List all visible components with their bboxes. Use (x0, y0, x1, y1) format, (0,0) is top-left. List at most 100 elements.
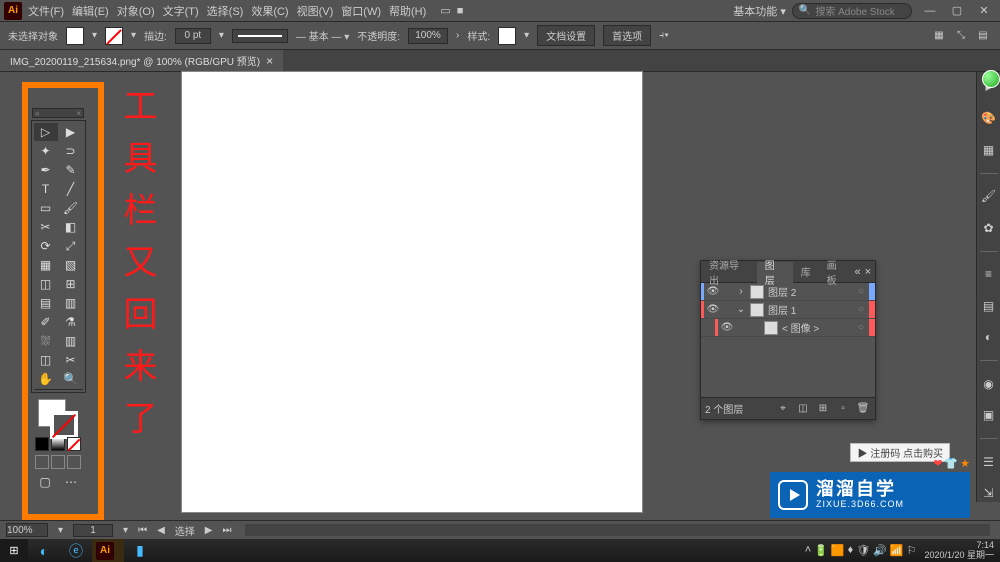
edit-toolbar[interactable]: ⋯ (59, 473, 83, 491)
menu-icon-2[interactable]: ■ (457, 5, 464, 17)
color-mode-solid[interactable] (35, 437, 49, 451)
type-tool[interactable]: T (34, 180, 58, 198)
zoom-input[interactable] (6, 523, 48, 537)
menu-type[interactable]: 文字(T) (163, 3, 199, 19)
brush-style[interactable]: — 基本 — ▾ (296, 28, 349, 43)
stroke-profile[interactable] (232, 29, 288, 43)
slice-tool[interactable]: ✂ (59, 351, 83, 369)
new-sublayer-icon[interactable]: ⊞ (815, 403, 831, 414)
workspace-switcher[interactable]: 基本功能 ▾ (733, 3, 786, 19)
rectangle-tool[interactable]: ▭ (34, 199, 58, 217)
graphic-style-swatch[interactable] (498, 27, 516, 45)
tab-asset-export[interactable]: 资源导出 (701, 261, 757, 282)
start-button[interactable]: ⊞ (0, 539, 28, 562)
artboard[interactable] (182, 72, 642, 512)
zoom-tool[interactable]: 🔍 (59, 370, 83, 388)
panel-menu-icon[interactable]: ▤ (974, 27, 992, 45)
tab-libraries[interactable]: 库 (793, 261, 819, 282)
nav-prev-icon[interactable]: ◀ (157, 525, 165, 536)
symbols-panel-icon[interactable]: ✿ (980, 219, 998, 237)
shaper-tool[interactable]: ✂ (34, 218, 58, 236)
task-ie[interactable]: ⓔ (60, 539, 92, 562)
free-transform-tool[interactable]: ▧ (59, 256, 83, 274)
direct-selection-tool[interactable]: ▶ (59, 123, 83, 141)
window-minimize-icon[interactable]: — (918, 5, 942, 17)
menu-select[interactable]: 选择(S) (207, 3, 244, 19)
horizontal-scrollbar[interactable] (245, 524, 990, 536)
task-illustrator[interactable]: Ai (92, 539, 124, 562)
layer-name[interactable]: 图层 1 (768, 302, 796, 317)
menu-view[interactable]: 视图(V) (297, 3, 334, 19)
nav-next-icon[interactable]: ▶ (205, 525, 213, 536)
system-tray[interactable]: ˄ 🔋🟧♦🛡🔊📶⚐ (801, 544, 921, 557)
rotate-tool[interactable]: ⟳ (34, 237, 58, 255)
clipping-mask-icon[interactable]: ◫ (795, 403, 811, 414)
transparency-panel-icon[interactable]: ◐ (980, 329, 998, 347)
draw-normal[interactable] (35, 455, 49, 469)
asset-export-panel-icon[interactable]: ⇲ (980, 485, 998, 503)
stroke-color[interactable] (50, 411, 78, 439)
perspective-tool[interactable]: ⊞ (59, 275, 83, 293)
color-panel-icon[interactable]: 🎨 (980, 110, 998, 128)
target-icon[interactable]: ○ (853, 286, 869, 297)
visibility-toggle-icon[interactable]: 👁 (704, 304, 722, 315)
nav-first-icon[interactable]: ⏮ (138, 525, 147, 536)
opacity-input[interactable] (408, 28, 448, 44)
taskbar-clock[interactable]: 7:14 2020/1/20 星期一 (920, 541, 998, 561)
hand-tool[interactable]: ✋ (34, 370, 58, 388)
target-icon[interactable]: ○ (853, 304, 869, 315)
draw-inside[interactable] (67, 455, 81, 469)
fill-swatch[interactable] (66, 27, 84, 45)
locate-object-icon[interactable]: ⌖ (775, 403, 791, 414)
graphic-styles-panel-icon[interactable]: ▣ (980, 407, 998, 425)
eyedropper-tool[interactable]: ✐ (34, 313, 58, 331)
task-phone[interactable]: ▮ (124, 539, 156, 562)
magic-wand-tool[interactable]: ✦ (34, 142, 58, 160)
window-restore-icon[interactable]: ▢ (945, 4, 969, 17)
color-mode-none[interactable] (67, 437, 81, 451)
blend-tool[interactable]: ⚗ (59, 313, 83, 331)
panel-close-icon[interactable]: × (865, 266, 871, 278)
menu-edit[interactable]: 编辑(E) (72, 3, 109, 19)
selection-tool[interactable]: ▷ (34, 123, 58, 141)
artboard-tool[interactable]: ◫ (34, 351, 58, 369)
collapse-icon[interactable]: ⌄ (736, 304, 746, 315)
layer-row[interactable]: 👁 ⌄ 图层 1 ○ (701, 301, 875, 319)
appearance-panel-icon[interactable]: ◉ (980, 375, 998, 393)
menu-effect[interactable]: 效果(C) (251, 3, 288, 19)
stroke-swatch[interactable] (105, 27, 123, 45)
eraser-tool[interactable]: ◧ (59, 218, 83, 236)
menu-help[interactable]: 帮助(H) (389, 3, 426, 19)
tab-artboards[interactable]: 画板 (819, 261, 855, 282)
prefs-button[interactable]: 首选项 (603, 25, 651, 46)
dock-collapse-icon[interactable]: ⤡ (952, 27, 970, 45)
stroke-panel-icon[interactable]: ≡ (980, 266, 998, 284)
lasso-tool[interactable]: ⊃ (59, 142, 83, 160)
layers-panel-icon[interactable]: ☰ (980, 453, 998, 471)
draw-behind[interactable] (51, 455, 65, 469)
symbol-sprayer-tool[interactable]: ⛆ (34, 332, 58, 350)
search-stock[interactable]: 🔍 搜索 Adobe Stock (792, 3, 912, 19)
target-icon[interactable]: ○ (853, 322, 869, 333)
paintbrush-tool[interactable]: 🖌 (59, 199, 83, 217)
delete-layer-icon[interactable]: 🗑 (855, 403, 871, 414)
layer-name[interactable]: < 图像 > (782, 320, 819, 335)
toolbox-drag-handle[interactable]: «× (32, 108, 84, 118)
panel-collapse-icon[interactable]: « (854, 266, 860, 278)
screen-mode[interactable]: ▢ (33, 473, 57, 491)
visibility-toggle-icon[interactable]: 👁 (718, 322, 736, 333)
fill-stroke-picker[interactable] (34, 397, 82, 435)
pen-tool[interactable]: ✒ (34, 161, 58, 179)
visibility-toggle-icon[interactable]: 👁 (704, 286, 722, 297)
arrange-icon[interactable]: ▦ (930, 27, 948, 45)
tab-layers[interactable]: 图层 (757, 262, 793, 283)
new-layer-icon[interactable]: ▫ (835, 403, 851, 414)
curvature-tool[interactable]: ✎ (59, 161, 83, 179)
menu-window[interactable]: 窗口(W) (341, 3, 381, 19)
align-icon[interactable]: ⫞▾ (659, 30, 669, 41)
menu-icon-1[interactable]: ▭ (440, 4, 450, 17)
mesh-tool[interactable]: ▤ (34, 294, 58, 312)
expand-icon[interactable]: › (736, 286, 746, 297)
menu-file[interactable]: 文件(F) (28, 3, 64, 19)
close-tab-icon[interactable]: × (266, 54, 273, 68)
